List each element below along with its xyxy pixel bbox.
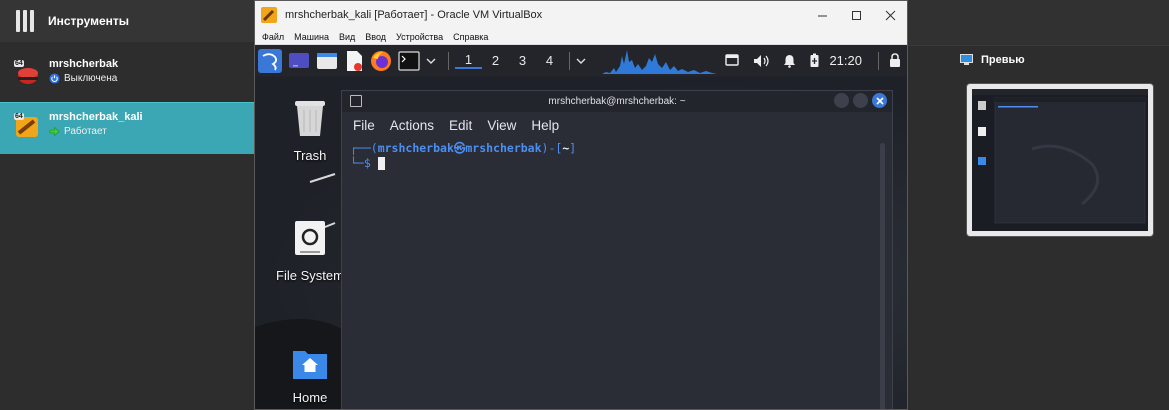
panel-separator xyxy=(448,51,449,70)
workspace-show-desktop-button[interactable] xyxy=(288,48,310,73)
preview-header[interactable]: Превью xyxy=(960,54,1025,66)
terminal-menubar: File Actions Edit View Help xyxy=(342,112,892,138)
workspace-3[interactable]: 3 xyxy=(509,53,536,68)
vm-list: 64 mrshcherbak Выключена 64 mrshcherbak_… xyxy=(0,50,254,154)
details-panel: Превью xyxy=(908,0,1169,410)
vm-status: Работает xyxy=(64,126,107,137)
lock-icon[interactable] xyxy=(889,53,901,68)
preview-label: Превью xyxy=(981,54,1025,66)
maximize-button[interactable] xyxy=(839,1,873,29)
linux-os-icon: 64 xyxy=(14,60,40,86)
home-folder-icon xyxy=(293,351,327,379)
kali-dragon-icon xyxy=(258,48,282,73)
text-cursor xyxy=(377,157,385,170)
terminal-output[interactable]: ┌──(mrshcherbak㉿mrshcherbak)-[~] └─$ xyxy=(342,138,892,408)
kali-desktop: Trash File System Home mrshcherbak@mrshc… xyxy=(255,77,907,409)
vm-item-mrshcherbak[interactable]: 64 mrshcherbak Выключена xyxy=(0,50,254,102)
file-manager-icon xyxy=(317,52,337,69)
close-button[interactable] xyxy=(873,1,907,29)
prompt-symbol: └─$ xyxy=(350,156,378,170)
chevron-down-icon xyxy=(426,58,436,64)
menu-file[interactable]: Файл xyxy=(262,32,284,42)
details-toolbar xyxy=(908,0,1169,46)
kali-top-panel: 1 2 3 4 21:20 xyxy=(255,45,907,76)
close-icon xyxy=(885,10,895,20)
vm-titlebar[interactable]: mrshcherbak_kali [Работает] - Oracle VM … xyxy=(255,1,907,29)
preview-thumbnail xyxy=(967,84,1153,236)
notifications-bell-icon[interactable] xyxy=(783,54,796,68)
kali-vm-icon xyxy=(261,7,277,23)
tools-icon xyxy=(14,8,36,34)
terminal-menu-actions[interactable]: Actions xyxy=(390,118,434,133)
firefox-launcher[interactable] xyxy=(370,48,392,73)
workspace-4[interactable]: 4 xyxy=(536,53,563,68)
minimize-icon xyxy=(817,15,827,16)
menu-help[interactable]: Справка xyxy=(453,32,488,42)
workspace-1[interactable]: 1 xyxy=(455,52,482,69)
tools-label: Инструменты xyxy=(48,14,130,28)
prompt-user-host: mrshcherbak㉿mrshcherbak xyxy=(377,141,542,155)
vm-window-title: mrshcherbak_kali [Работает] - Oracle VM … xyxy=(285,9,543,21)
os-64-badge: 64 xyxy=(14,60,24,67)
menu-input[interactable]: Ввод xyxy=(365,32,386,42)
terminal-menu-file[interactable]: File xyxy=(353,118,375,133)
close-icon xyxy=(875,96,884,105)
monitor-icon xyxy=(960,54,973,65)
menu-machine[interactable]: Машина xyxy=(294,32,329,42)
prompt-line-1: ┌──(mrshcherbak㉿mrshcherbak)-[~] xyxy=(350,140,892,156)
maximize-icon xyxy=(851,10,861,20)
screen-icon[interactable] xyxy=(725,54,740,67)
menu-devices[interactable]: Устройства xyxy=(396,32,443,42)
volume-icon[interactable] xyxy=(753,54,770,68)
firefox-icon xyxy=(371,50,391,71)
os-64-badge: 64 xyxy=(14,113,24,120)
panel-clock[interactable]: 21:20 xyxy=(829,53,862,68)
tools-bar[interactable]: Инструменты xyxy=(0,0,254,42)
desktop-icon xyxy=(289,52,309,68)
terminal-menu-help[interactable]: Help xyxy=(531,118,559,133)
powered-off-icon xyxy=(49,73,60,84)
drive-icon xyxy=(295,221,325,255)
menu-view[interactable]: Вид xyxy=(339,32,355,42)
prompt-bracket: ┌──( xyxy=(350,141,378,155)
terminal-icon xyxy=(398,50,420,71)
terminal-window[interactable]: mrshcherbak@mrshcherbak: ~ File Actions … xyxy=(341,90,893,409)
kali-menu-button[interactable] xyxy=(258,48,282,73)
vm-item-mrshcherbak-kali[interactable]: 64 mrshcherbak_kali Работает xyxy=(0,102,254,154)
vm-name: mrshcherbak_kali xyxy=(49,111,143,123)
panel-separator xyxy=(878,51,879,70)
terminal-menu-edit[interactable]: Edit xyxy=(449,118,472,133)
prompt-bracket: ] xyxy=(569,141,577,155)
terminal-close-button[interactable] xyxy=(872,93,887,108)
text-editor-launcher[interactable] xyxy=(344,48,364,73)
vm-name: mrshcherbak xyxy=(49,58,119,70)
terminal-minimize-button[interactable] xyxy=(834,93,849,108)
terminal-maximize-button[interactable] xyxy=(853,93,868,108)
workspace-2[interactable]: 2 xyxy=(482,53,509,68)
terminal-menu-view[interactable]: View xyxy=(487,118,516,133)
vm-menubar: Файл Машина Вид Ввод Устройства Справка xyxy=(255,29,907,45)
text-editor-icon xyxy=(347,50,362,71)
terminal-titlebar[interactable]: mrshcherbak@mrshcherbak: ~ xyxy=(342,91,892,112)
vm-window: mrshcherbak_kali [Работает] - Oracle VM … xyxy=(254,0,908,410)
battery-icon[interactable] xyxy=(810,53,819,68)
panel-separator xyxy=(569,51,570,70)
prompt-line-2: └─$ xyxy=(350,156,892,170)
prompt-bracket: )-[ xyxy=(541,141,563,155)
trash-icon xyxy=(295,101,325,136)
launcher-dropdown[interactable] xyxy=(426,48,436,73)
terminal-title: mrshcherbak@mrshcherbak: ~ xyxy=(548,96,686,107)
vm-status: Выключена xyxy=(64,73,118,84)
file-manager-launcher[interactable] xyxy=(316,48,338,73)
cpu-graph xyxy=(602,49,717,74)
terminal-window-icon xyxy=(350,95,362,107)
chevron-down-icon xyxy=(576,58,586,64)
kali-os-icon: 64 xyxy=(14,113,40,139)
window-list-dropdown[interactable] xyxy=(576,48,586,73)
running-arrow-icon xyxy=(49,126,60,137)
terminal-launcher[interactable] xyxy=(398,48,420,73)
terminal-scrollbar[interactable] xyxy=(880,143,885,409)
minimize-button[interactable] xyxy=(805,1,839,29)
